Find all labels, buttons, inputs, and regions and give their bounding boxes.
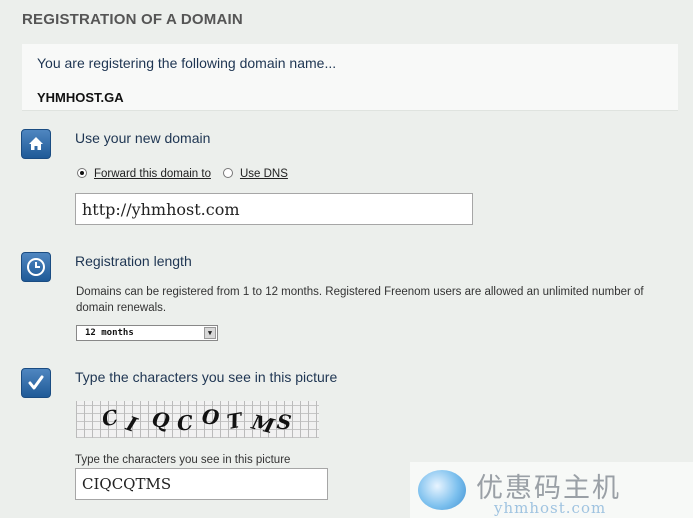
home-icon: [21, 129, 51, 159]
use-dns-radio[interactable]: [222, 168, 233, 178]
domain-summary-box: You are registering the following domain…: [22, 44, 678, 111]
use-domain-title: Use your new domain: [75, 130, 211, 146]
captcha-input-value: CIQCQTMS: [82, 475, 172, 493]
captcha-image: CIQCOTMS: [76, 401, 319, 438]
captcha-char: Q: [150, 406, 172, 434]
captcha-input-label: Type the characters you see in this pict…: [75, 454, 291, 466]
registration-length-select[interactable]: 12 months ▼: [76, 325, 218, 341]
registration-length-title: Registration length: [75, 253, 192, 269]
captcha-char: I: [123, 411, 141, 437]
watermark-logo: 优惠码主机 yhmhost.com: [410, 462, 693, 518]
domain-intro-text: You are registering the following domain…: [37, 55, 337, 71]
registration-length-value: 12 months: [85, 328, 134, 338]
forward-url-input[interactable]: http://yhmhost.com: [75, 193, 473, 225]
captcha-char: O: [201, 404, 221, 430]
checkmark-icon: [21, 368, 51, 398]
captcha-char: C: [175, 410, 195, 436]
globe-icon: [418, 470, 466, 510]
use-dns-radio-label[interactable]: Use DNS: [240, 168, 288, 180]
forward-options: Forward this domain to Use DNS: [77, 168, 300, 180]
captcha-char: C: [99, 404, 121, 432]
domain-name: YHMHOST.GA: [37, 90, 124, 105]
chevron-down-icon[interactable]: ▼: [204, 327, 216, 339]
registration-length-description: Domains can be registered from 1 to 12 m…: [76, 286, 644, 314]
captcha-char: M: [249, 409, 277, 439]
page-title: REGISTRATION OF A DOMAIN: [22, 11, 243, 28]
forward-radio[interactable]: [77, 168, 87, 178]
forward-radio-label[interactable]: Forward this domain to: [94, 168, 211, 180]
captcha-char: S: [275, 409, 293, 435]
clock-icon: [21, 252, 51, 282]
watermark-en-text: yhmhost.com: [494, 499, 607, 517]
forward-url-value: http://yhmhost.com: [82, 199, 240, 219]
captcha-input[interactable]: CIQCQTMS: [75, 468, 328, 500]
captcha-char: T: [225, 407, 244, 435]
captcha-title: Type the characters you see in this pict…: [75, 369, 338, 385]
